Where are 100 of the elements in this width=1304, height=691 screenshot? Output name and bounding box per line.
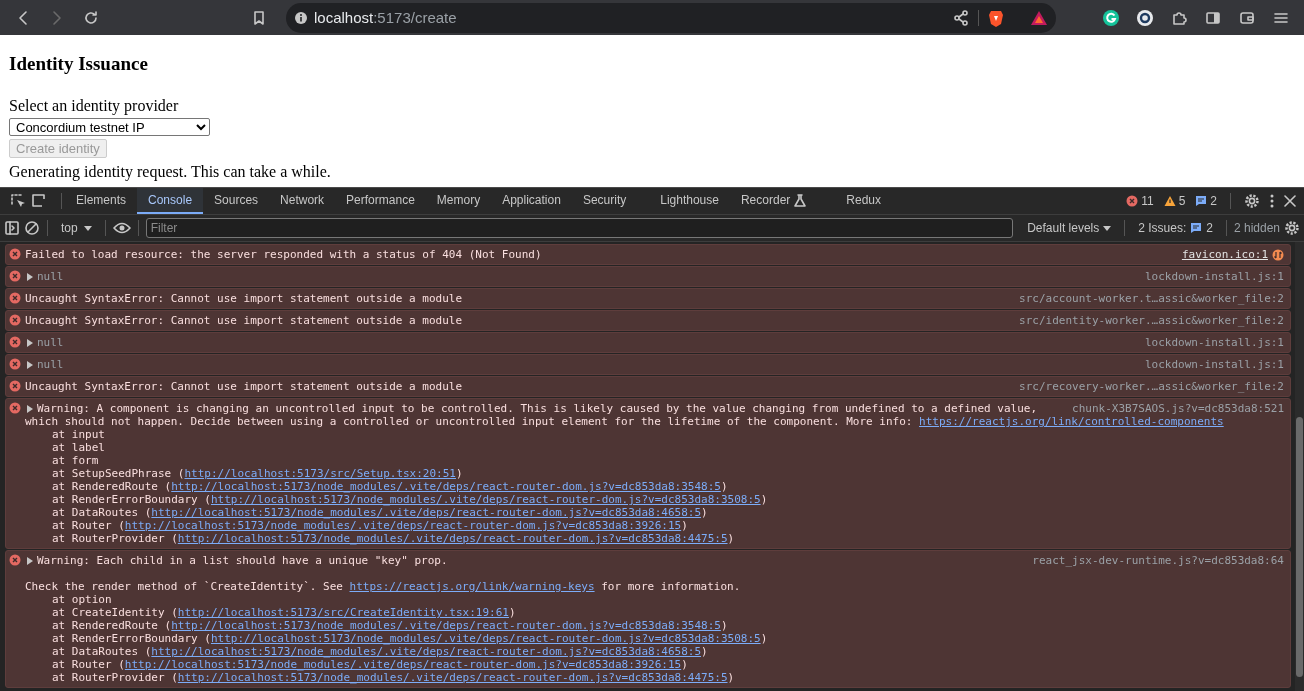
stack-link[interactable]: http://localhost:5173/node_modules/.vite/deps/react-router-dom.js?v=dc853da8:3548:5 (171, 480, 721, 493)
field-label: Select an identity provider (9, 95, 180, 117)
expand-arrow-icon[interactable] (27, 360, 33, 369)
object-value: null (37, 358, 64, 371)
message-icon (1195, 195, 1208, 207)
stack-link[interactable]: http://localhost:5173/node_modules/.vite/deps/react-router-dom.js?v=dc853da8:3508:5 (210, 493, 761, 506)
stack-text: ) (727, 671, 735, 684)
source-link[interactable]: favicon.ico:1 (1181, 248, 1268, 261)
source-link[interactable]: src/recovery-worker.…assic&worker_file:2 (1019, 380, 1284, 393)
provider-select[interactable]: Concordium testnet IP (9, 117, 210, 136)
close-icon[interactable] (1284, 195, 1296, 207)
source-link[interactable]: chunk-X3B7SAOS.js?v=dc853da8:521 (1072, 402, 1284, 415)
source-link[interactable]: src/identity-worker.…assic&worker_file:2 (1019, 314, 1284, 327)
message-text: Uncaught SyntaxError: Cannot use import statement outside a module (25, 380, 463, 393)
message-text: Failed to load resource: the server responded with a status of 404 (Not Found) (25, 248, 542, 261)
filter-field[interactable]: Filter (145, 218, 1014, 238)
wallet-icon (1239, 9, 1255, 26)
triangle-icon[interactable] (1030, 9, 1048, 26)
stack-link[interactable]: http://localhost:5173/node_modules/.vite/deps/react-router-dom.js?v=dc853da8:4475:5 (177, 671, 728, 684)
scrollbar-thumb[interactable] (1296, 417, 1303, 677)
reload-icon (83, 9, 99, 26)
stack-link[interactable]: http://localhost:5173/node_modules/.vite/deps/react-router-dom.js?v=dc853da8:4658:5 (151, 506, 702, 519)
stack-link[interactable]: http://localhost:5173/node_modules/.vite/deps/react-router-dom.js?v=dc853da8:3926:15 (124, 519, 682, 532)
share-icon[interactable] (953, 9, 969, 26)
stack-text: ) (701, 506, 708, 519)
sidebar-icon (1205, 9, 1221, 26)
devtools-tab[interactable]: Security (571, 188, 638, 214)
message-text: Uncaught SyntaxError: Cannot use import statement outside a module (25, 314, 463, 327)
stack-text: at label (51, 441, 106, 454)
stack-link[interactable]: http://localhost:5173/node_modules/.vite/deps/react-router-dom.js?v=dc853da8:3926:15 (124, 658, 682, 671)
grammar-icon (1102, 8, 1120, 27)
issues-button[interactable]: 2 Issues: 2 (1132, 220, 1219, 236)
devtools-tab[interactable]: Network (269, 188, 336, 214)
message-count: 2 (1210, 194, 1217, 208)
caret-icon (83, 225, 92, 231)
devtools-tab[interactable]: Lighthouse (649, 188, 730, 214)
source-link[interactable]: lockdown-install.js:1 (1144, 270, 1284, 283)
status-text: Generating identity request. This can take a while. (9, 161, 332, 183)
stack-text: ) (760, 493, 768, 506)
expand-arrow-icon[interactable] (27, 338, 33, 347)
stack-text: at CreateIdentity ( (52, 606, 178, 619)
stack-text: ) (509, 606, 516, 619)
devtools-tab[interactable]: Console (137, 188, 204, 214)
more-options-icon[interactable] (1270, 194, 1274, 208)
network-request-icon[interactable] (1272, 248, 1284, 261)
error-icon (9, 292, 21, 304)
error-icon (9, 314, 21, 326)
error-count: 11 (1141, 194, 1154, 208)
hidden-count: 2 hidden (1233, 221, 1280, 235)
stack-text: at DataRoutes ( (52, 645, 152, 658)
stack-text: at RouterProvider ( (52, 532, 178, 545)
stack-text: ) (701, 645, 708, 658)
stack-link[interactable]: http://localhost:5173/src/Setup.tsx:20:51 (184, 467, 456, 480)
error-icon (9, 358, 21, 370)
stack-link[interactable]: http://localhost:5173/node_modules/.vite/deps/react-router-dom.js?v=dc853da8:3548:5 (171, 619, 721, 632)
warning-icon (1163, 195, 1176, 207)
expand-arrow-icon[interactable] (27, 272, 33, 281)
devtools-tab[interactable]: Recorder (729, 188, 818, 214)
stack-link[interactable]: http://localhost:5173/node_modules/.vite/deps/react-router-dom.js?v=dc853da8:4475:5 (177, 532, 728, 545)
expand-arrow-icon[interactable] (27, 404, 33, 413)
stack-text: at RenderedRoute ( (52, 480, 172, 493)
source-link[interactable]: lockdown-install.js:1 (1144, 336, 1284, 349)
stack-text: Check the render method of `CreateIdentity`. See (25, 580, 344, 593)
stack-link[interactable]: http://localhost:5173/node_modules/.vite/deps/react-router-dom.js?v=dc853da8:3508:5 (210, 632, 761, 645)
devtools-tab[interactable]: Performance (335, 188, 426, 214)
expand-arrow-icon[interactable] (27, 556, 33, 565)
stack-link[interactable]: http://localhost:5173/node_modules/.vite/deps/react-router-dom.js?v=dc853da8:4658:5 (151, 645, 702, 658)
extension-badge-icon (1136, 8, 1154, 27)
devtools-tab[interactable]: Memory (425, 188, 492, 214)
devtools-tab[interactable]: Sources (203, 188, 270, 214)
context-dropdown[interactable]: top (55, 220, 98, 236)
eye-icon[interactable] (112, 222, 131, 234)
stack-text: ) (720, 480, 728, 493)
stack-link[interactable]: https://reactjs.org/link/warning-keys (349, 580, 595, 593)
address-bar[interactable]: localhost:5173/create (286, 2, 1056, 33)
url-text: localhost:5173/create (314, 9, 457, 26)
stack-text: at input (51, 428, 106, 441)
message-text: Warning: Each child in a list should have a unique "key" prop. (37, 554, 448, 567)
devtools-tab[interactable]: Elements (65, 188, 138, 214)
lion-shield-icon[interactable] (988, 8, 1004, 27)
info-icon (294, 10, 308, 25)
devtools-tab[interactable]: Application (491, 188, 572, 214)
stack-link[interactable]: https://reactjs.org/link/controlled-components (919, 415, 1224, 428)
stack-link[interactable]: http://localhost:5173/src/CreateIdentity.tsx:19:61 (177, 606, 509, 619)
error-icon (9, 554, 21, 566)
clear-icon[interactable] (24, 220, 40, 236)
source-link[interactable]: lockdown-install.js:1 (1144, 358, 1284, 371)
message-text: Warning: A component is changing an uncontrolled input to be controlled. This is likely caused by the value changing from undefined to a defined value, (37, 402, 1037, 415)
levels-dropdown[interactable]: Default levels (1021, 220, 1118, 236)
inspect-icon[interactable] (10, 193, 26, 209)
object-value: null (37, 270, 64, 283)
stack-text: at RouterProvider ( (52, 671, 178, 684)
stack-text: at RenderErrorBoundary ( (52, 493, 211, 506)
settings-icon[interactable] (1284, 220, 1300, 236)
source-link[interactable]: react_jsx-dev-runtime.js?v=dc853da8:64 (1032, 554, 1284, 567)
sidebar-toggle-icon[interactable] (4, 220, 20, 236)
stack-text: at RenderErrorBoundary ( (52, 632, 211, 645)
settings-icon[interactable] (1244, 193, 1260, 209)
source-link[interactable]: src/account-worker.t…assic&worker_file:2 (1019, 292, 1284, 305)
devtools-tab[interactable]: Redux (835, 188, 892, 214)
